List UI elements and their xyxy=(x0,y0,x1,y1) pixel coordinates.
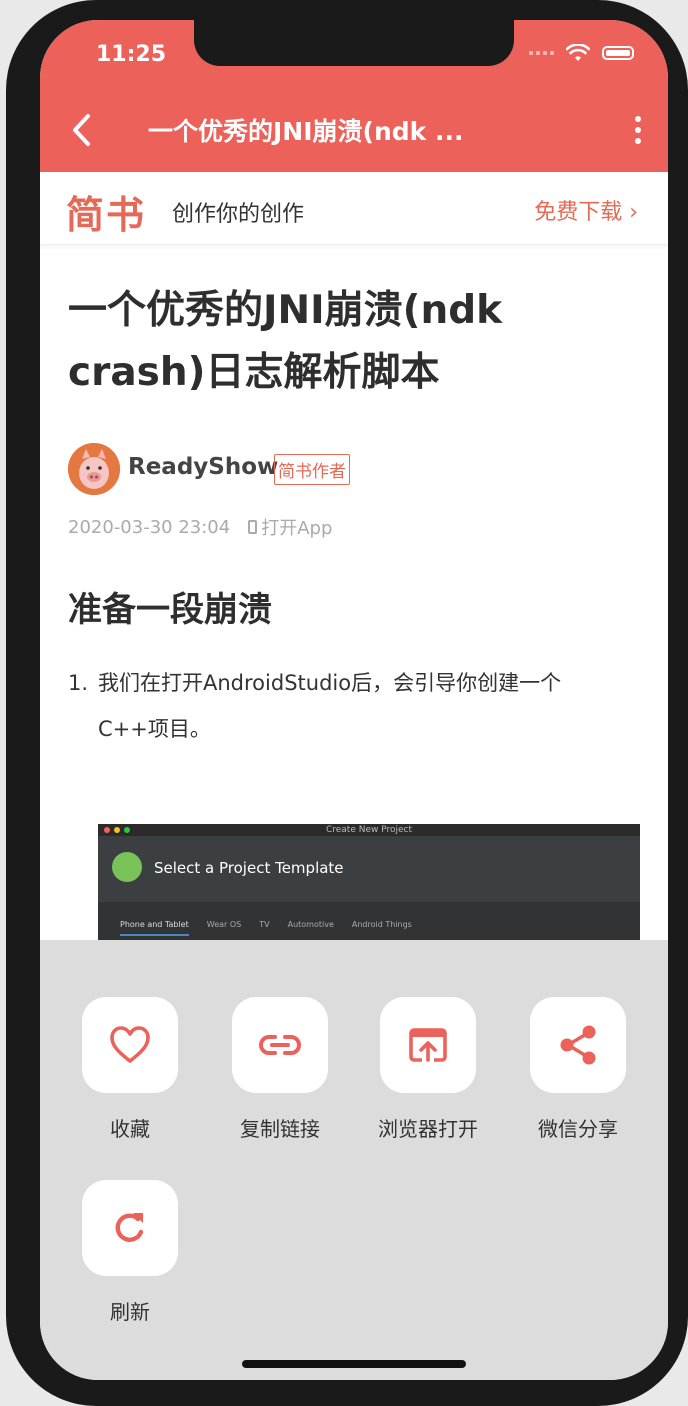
more-dot xyxy=(635,138,641,144)
phone-frame: 11:25 一个优秀的JNI崩溃(ndk ... 简书 创作你的创作 免费下载 … xyxy=(6,0,688,1406)
free-download-link[interactable]: 免费下载 › xyxy=(534,194,638,226)
article-title-line: 一个优秀的JNI崩溃(ndk xyxy=(68,288,503,333)
status-icons xyxy=(529,44,634,62)
avatar[interactable] xyxy=(68,443,120,495)
list-item-text: 我们在打开AndroidStudio后，会引导你创建一个 xyxy=(98,671,562,695)
action-tile xyxy=(82,997,178,1093)
chevron-left-icon xyxy=(73,114,90,146)
article-meta: 2020-03-30 23:04 打开App xyxy=(68,514,332,540)
action-sheet: 收藏 复制链接 浏览器打开 微信分享 刷新 xyxy=(40,940,668,1380)
window-controls xyxy=(104,827,130,833)
back-button[interactable] xyxy=(66,110,100,150)
wifi-icon xyxy=(566,44,590,61)
copy-link-button[interactable]: 复制链接 xyxy=(220,997,340,1142)
action-label: 微信分享 xyxy=(538,1117,618,1141)
action-tile xyxy=(380,997,476,1093)
refresh-icon xyxy=(115,1213,144,1242)
home-indicator[interactable] xyxy=(242,1360,466,1368)
share-icon xyxy=(560,1025,596,1065)
image-window-bar: Create New Project xyxy=(98,824,640,836)
app-banner[interactable]: 简书 创作你的创作 免费下载 › xyxy=(40,172,668,245)
open-app-label: 打开App xyxy=(261,518,333,539)
author-name[interactable]: ReadyShow xyxy=(128,454,278,480)
pig-avatar-icon xyxy=(68,443,120,495)
open-in-browser-icon xyxy=(409,1028,447,1062)
action-tile xyxy=(232,997,328,1093)
image-header: Select a Project Template xyxy=(98,836,640,902)
refresh-button[interactable]: 刷新 xyxy=(70,1180,190,1325)
image-tab: Phone and Tablet xyxy=(120,920,189,936)
heart-icon xyxy=(110,1026,150,1063)
article-title-line: crash)日志解析脚本 xyxy=(68,350,440,395)
article-title: 一个优秀的JNI崩溃(ndk crash)日志解析脚本 xyxy=(68,280,648,404)
image-window-title: Create New Project xyxy=(325,825,413,835)
open-app-link[interactable]: 打开App xyxy=(248,514,332,540)
action-tile xyxy=(82,1180,178,1276)
image-heading: Select a Project Template xyxy=(154,859,344,877)
more-dot xyxy=(635,116,641,122)
wechat-share-button[interactable]: 微信分享 xyxy=(518,997,638,1142)
action-tile xyxy=(530,997,626,1093)
link-icon xyxy=(259,1035,301,1055)
action-label: 浏览器打开 xyxy=(378,1117,478,1141)
phone-icon xyxy=(248,520,258,534)
status-time: 11:25 xyxy=(96,42,167,67)
favorite-button[interactable]: 收藏 xyxy=(70,997,190,1142)
more-dot xyxy=(635,127,641,133)
action-label: 收藏 xyxy=(110,1117,150,1141)
android-studio-logo-icon xyxy=(112,852,142,882)
action-label: 复制链接 xyxy=(240,1117,320,1141)
banner-slogan: 创作你的创作 xyxy=(172,202,305,227)
signal-icon xyxy=(529,51,554,55)
action-label: 刷新 xyxy=(110,1300,150,1324)
article: 一个优秀的JNI崩溃(ndk crash)日志解析脚本 ReadyShow 简书… xyxy=(68,280,648,741)
author-row: ReadyShow 简书作者 xyxy=(68,443,628,499)
battery-icon xyxy=(602,46,634,60)
publish-date: 2020-03-30 23:04 xyxy=(68,516,231,538)
brand-logo: 简书 xyxy=(66,193,147,237)
screen: 11:25 一个优秀的JNI崩溃(ndk ... 简书 创作你的创作 免费下载 … xyxy=(40,20,668,1380)
list-item-number: 1. xyxy=(68,671,89,695)
section-heading: 准备一段崩溃 xyxy=(68,590,272,630)
open-in-browser-button[interactable]: 浏览器打开 xyxy=(368,997,488,1142)
author-badge: 简书作者 xyxy=(274,454,350,485)
more-button[interactable] xyxy=(632,116,644,144)
notch xyxy=(194,20,514,66)
nav-title: 一个优秀的JNI崩溃(ndk ... xyxy=(148,117,464,146)
list-item-text: C++项目。 xyxy=(98,717,211,741)
